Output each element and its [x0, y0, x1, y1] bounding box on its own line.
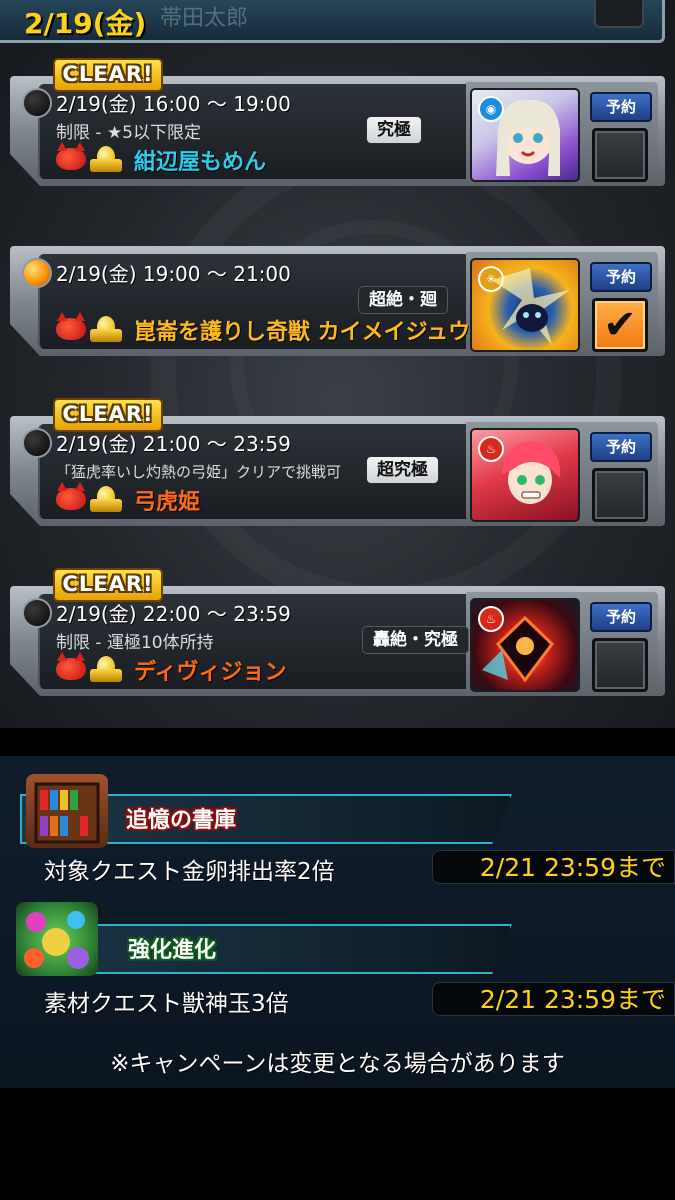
monster-portrait[interactable]: ✳ [470, 258, 580, 352]
event-time: 2/19(金) 22:00 ～ 23:59 [56, 602, 291, 626]
event-condition: 制限 - ★5以下限定 [56, 123, 201, 143]
difficulty-tag: 超絶・廻 [358, 286, 448, 314]
reserve-checkbox[interactable] [592, 468, 648, 522]
clear-badge: CLEAR! [53, 398, 163, 432]
demon-reward-icon [56, 312, 86, 340]
status-lamp-icon [22, 88, 52, 118]
campaign-description: 対象クエスト金卵排出率2倍 [44, 859, 335, 885]
difficulty-tag: 超究極 [366, 456, 439, 484]
event-time: 2/19(金) 16:00 ～ 19:00 [56, 92, 291, 116]
status-lamp-icon [22, 428, 52, 458]
evolution-materials-icon [16, 902, 98, 976]
character-illustration [496, 99, 560, 176]
character-illustration [502, 441, 561, 504]
header-corner-tab [594, 0, 644, 28]
event-condition: 「猛虎率いし灼熱の弓姫」クリアで挑戦可 [56, 463, 342, 481]
status-lamp-icon [22, 258, 52, 288]
reward-icons [56, 312, 126, 344]
reward-icons [56, 142, 126, 174]
egg-reward-icon [90, 486, 122, 512]
egg-reward-icon [90, 316, 122, 342]
egg-reward-icon [90, 656, 122, 682]
monster-portrait[interactable]: ♨ [470, 598, 580, 692]
materials-graphic [24, 911, 89, 969]
event-card-1[interactable]: CLEAR! 2/19(金) 16:00 ～ 19:00 制限 - ★5以下限定… [10, 58, 665, 188]
monster-portrait[interactable]: ♨ [470, 428, 580, 522]
egg-reward-icon [90, 146, 122, 172]
event-card-3[interactable]: CLEAR! 2/19(金) 21:00 ～ 23:59 「猛虎率いし灼熱の弓姫… [10, 398, 665, 528]
campaign-description: 素材クエスト獣神玉3倍 [44, 991, 289, 1017]
reserve-button[interactable]: 予約 [590, 92, 652, 122]
campaign-panel: 追憶の書庫 対象クエスト金卵排出率2倍 2/21 23:59まで 強化進化 素材… [0, 756, 675, 1088]
campaign-title: 追憶の書庫 [126, 808, 237, 833]
reward-icons [56, 482, 126, 514]
event-card-4[interactable]: CLEAR! 2/19(金) 22:00 ～ 23:59 制限 - 運極10体所… [10, 568, 665, 698]
event-time: 2/19(金) 19:00 ～ 21:00 [56, 262, 291, 286]
date-header-ghost-text: 帯田太郎 [160, 6, 249, 31]
reward-icons [56, 652, 126, 684]
bookshelf-icon [26, 774, 108, 848]
campaign-deadline: 2/21 23:59まで [432, 850, 675, 884]
demon-reward-icon [56, 482, 86, 510]
character-illustration [492, 268, 570, 345]
date-header: 2/19(金) 帯田太郎 [0, 0, 665, 43]
campaign-note: ※キャンペーンは変更となる場合があります [110, 1051, 565, 1077]
reserve-button[interactable]: 予約 [590, 262, 652, 292]
monster-portrait[interactable]: ◉ [470, 88, 580, 182]
campaign-title: 強化進化 [128, 938, 217, 963]
date-header-label: 2/19(金) [24, 7, 147, 40]
quest-name: ディヴィジョン [134, 660, 287, 685]
status-lamp-icon [22, 598, 52, 628]
demon-reward-icon [56, 142, 86, 170]
event-schedule-panel: 2/19(金) 帯田太郎 CLEAR! 2/19(金) 16:00 ～ 19:0… [0, 0, 675, 728]
quest-name: 崑崙を護りし奇獣 カイメイジュウ廻 [134, 320, 493, 345]
reserve-checkbox[interactable]: ✔ [592, 298, 648, 352]
event-time: 2/19(金) 21:00 ～ 23:59 [56, 432, 291, 456]
reserve-button[interactable]: 予約 [590, 602, 652, 632]
bookshelf-graphic [34, 782, 100, 844]
clear-badge: CLEAR! [53, 568, 163, 602]
campaign-deadline: 2/21 23:59まで [432, 982, 675, 1016]
difficulty-tag: 究極 [366, 116, 422, 144]
event-card-2[interactable]: 2/19(金) 19:00 ～ 21:00 超絶・廻 崑崙を護りし奇獣 カイメイ… [10, 228, 665, 358]
reserve-button[interactable]: 予約 [590, 432, 652, 462]
reserve-checkbox[interactable] [592, 128, 648, 182]
demon-reward-icon [56, 652, 86, 680]
quest-name: 弓虎姫 [134, 490, 201, 515]
clear-badge: CLEAR! [53, 58, 163, 92]
difficulty-tag: 轟絶・究極 [362, 626, 469, 654]
reserve-checkbox[interactable] [592, 638, 648, 692]
event-condition: 制限 - 運極10体所持 [56, 633, 214, 653]
quest-name: 紺辺屋もめん [134, 150, 267, 175]
character-illustration [482, 615, 554, 683]
